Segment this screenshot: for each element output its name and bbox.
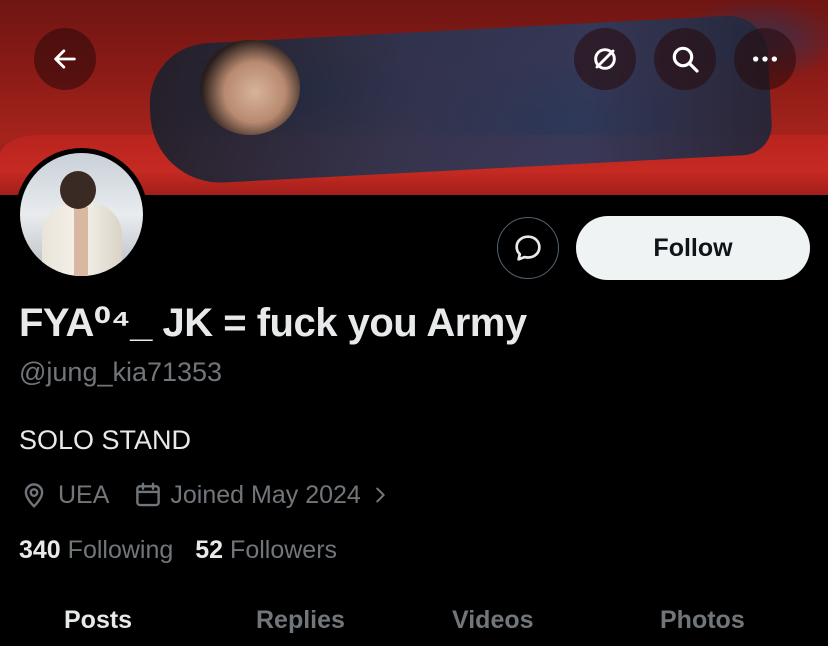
display-name: FYA⁰⁴_ JK = fuck you Army <box>19 301 527 345</box>
following-link[interactable]: 340 Following <box>19 536 173 565</box>
chevron-right-icon <box>376 487 385 503</box>
search-icon <box>672 46 699 73</box>
followers-count: 52 <box>195 536 231 564</box>
follow-stats: 340 Following 52 Followers <box>19 536 337 565</box>
avatar-image <box>20 153 143 276</box>
eye-slash-circle-icon <box>594 48 616 70</box>
profile-meta: UEA Joined May 2024 <box>19 478 391 512</box>
calendar-icon <box>136 482 161 507</box>
location-pin-icon <box>24 483 44 508</box>
profile-tabs: Posts Replies Videos Photos <box>0 606 828 646</box>
tab-replies[interactable]: Replies <box>256 606 345 635</box>
followers-label: Followers <box>230 536 338 564</box>
back-button[interactable] <box>34 28 96 90</box>
hide-reposts-button[interactable] <box>574 28 636 90</box>
following-count: 340 <box>19 536 68 564</box>
following-label: Following <box>67 536 174 564</box>
location-text: UEA <box>58 480 110 509</box>
tab-photos[interactable]: Photos <box>660 606 745 635</box>
arrow-left-icon <box>54 49 76 69</box>
joined-item[interactable]: Joined May 2024 <box>133 480 390 510</box>
follow-button[interactable]: Follow <box>576 216 810 280</box>
profile-avatar[interactable] <box>15 148 148 281</box>
tab-videos[interactable]: Videos <box>452 606 534 635</box>
profile-bio: SOLO STAND <box>19 425 192 455</box>
location-item: UEA <box>19 480 109 510</box>
banner-face <box>200 40 300 135</box>
joined-text: Joined May 2024 <box>170 480 361 509</box>
user-handle: @jung_kia71353 <box>19 357 223 387</box>
more-options-button[interactable] <box>734 28 796 90</box>
message-bubble-icon <box>515 235 541 261</box>
message-button[interactable] <box>497 217 559 279</box>
more-horizontal-icon <box>753 56 777 62</box>
search-button[interactable] <box>654 28 716 90</box>
followers-link[interactable]: 52 Followers <box>195 536 337 565</box>
tab-posts[interactable]: Posts <box>64 606 132 635</box>
